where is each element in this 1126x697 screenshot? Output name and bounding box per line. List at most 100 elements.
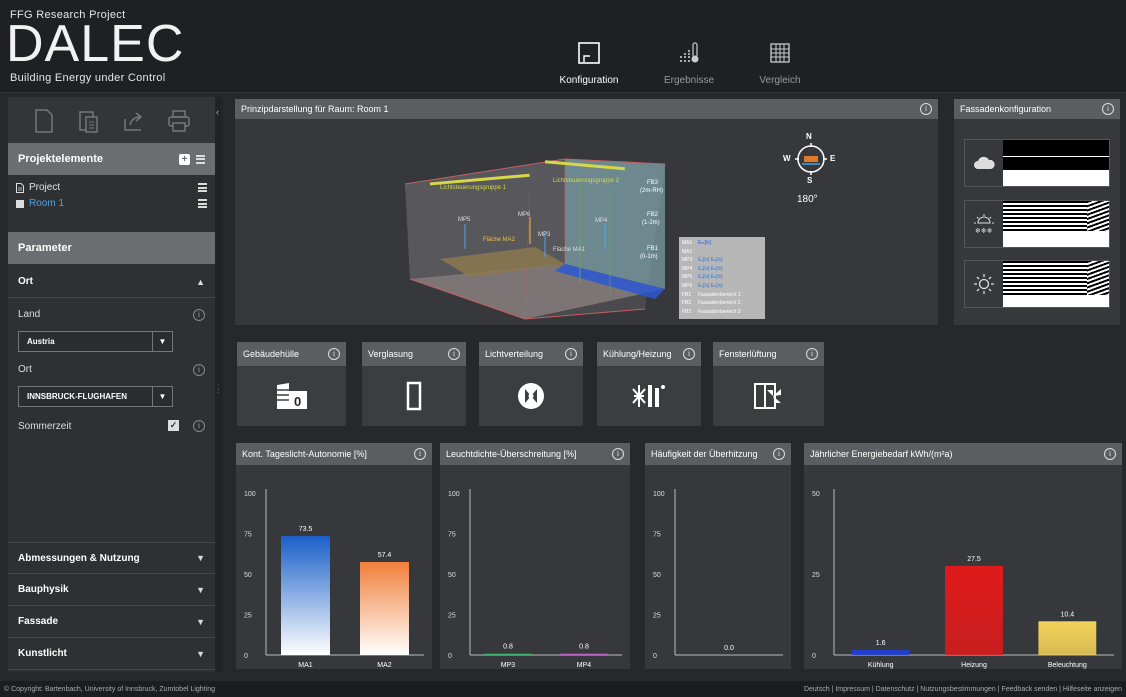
add-icon[interactable]: + xyxy=(179,153,190,165)
info-icon[interactable]: i xyxy=(448,348,460,360)
accordion-label: Ort xyxy=(18,276,33,287)
tile-label: Lichtverteilung xyxy=(485,349,544,359)
chevron-down-icon: ▼ xyxy=(196,584,205,595)
info-icon[interactable]: i xyxy=(414,448,426,460)
paste-icon[interactable] xyxy=(75,106,103,136)
chart-plot: 100 75 50 25 0 0.8 MP3 0.8 MP4 xyxy=(448,489,622,669)
legend-row: MP5 Eᵥ[lx] Eₕ[lx] xyxy=(682,273,762,282)
legend-key: MP4 xyxy=(682,265,693,272)
legend-value: Fassadenbereich 3 xyxy=(698,308,741,315)
tile-kuehlung-heizung[interactable]: Kühlung/Heizung i xyxy=(597,342,701,426)
chevron-down-icon: ▼ xyxy=(196,553,205,563)
tile-label: Gebäudehülle xyxy=(243,349,300,359)
fassade-row-cloudy[interactable] xyxy=(964,139,1110,187)
legend-key: FB2 xyxy=(682,300,692,307)
tile-label: Verglasung xyxy=(368,349,414,359)
compass-south: S xyxy=(807,176,813,185)
nav-ergebnisse[interactable]: Ergebnisse xyxy=(644,38,734,86)
panel-header: Prinzipdarstellung für Raum: Room 1 i xyxy=(235,99,938,119)
legend-key: MP5 xyxy=(682,274,693,281)
info-icon[interactable]: i xyxy=(193,420,205,432)
y-tick-label: 50 xyxy=(812,491,820,498)
category-label: MP3 xyxy=(501,662,516,669)
label-fb3b: (2m-RH) xyxy=(640,188,663,194)
category-label: Heizung xyxy=(961,662,987,669)
sidebar-toolbar xyxy=(8,97,215,145)
legend-row: MP4 Eᵥ[lx] Eₕ[lx] xyxy=(682,265,762,274)
legend-row: FB2 Fassadenbereich 2 xyxy=(682,299,762,308)
legend-row: FB1 Fassadenbereich 1 xyxy=(682,291,762,300)
compass[interactable]: N W E S 180° xyxy=(780,132,840,212)
footer-links[interactable]: Deutsch | Impressum | Datenschutz | Nutz… xyxy=(804,686,1122,693)
category-label: MP4 xyxy=(577,662,592,669)
info-icon[interactable]: i xyxy=(193,364,205,376)
legend-value: Fassadenbereich 2 xyxy=(698,300,741,307)
nav-konfiguration[interactable]: Konfiguration xyxy=(544,38,634,86)
label-fb2b: (1-2m) xyxy=(642,220,660,226)
tile-verglasung[interactable]: Verglasung i xyxy=(362,342,466,426)
info-icon[interactable]: i xyxy=(1102,103,1114,115)
accordion-ort[interactable]: Ort ▲ xyxy=(8,266,215,298)
cloud-icon xyxy=(965,140,1003,186)
ort-select[interactable]: INNSBRUCK-FLUGHAFEN ▼ xyxy=(18,386,173,407)
nav-vergleich[interactable]: Vergleich xyxy=(735,38,825,86)
fassade-row-sunny[interactable] xyxy=(964,260,1110,308)
land-label: Land xyxy=(18,309,41,320)
svg-text:❄❄❄: ❄❄❄ xyxy=(975,227,993,235)
accordion-bauphysik[interactable]: Bauphysik ▼ xyxy=(8,574,215,606)
nav-label: Ergebnisse xyxy=(663,75,715,86)
info-icon[interactable]: i xyxy=(806,348,818,360)
info-icon[interactable]: i xyxy=(683,348,695,360)
label-fb1b: (0-1m) xyxy=(640,254,658,260)
sommerzeit-label: Sommerzeit xyxy=(18,421,72,432)
chart-plot: 100 75 50 25 0 0.0 xyxy=(653,489,783,660)
document-icon xyxy=(16,182,24,193)
accordion-fassade[interactable]: Fassade ▼ xyxy=(8,606,215,638)
accordion-kunstlicht[interactable]: Kunstlicht ▼ xyxy=(8,638,215,670)
fassade-row-mixed[interactable]: ❄❄❄ xyxy=(964,200,1110,248)
tree-item-room-1[interactable]: Room 1 xyxy=(16,196,207,211)
bar xyxy=(281,535,330,655)
print-icon[interactable] xyxy=(165,106,193,136)
y-tick-label: 100 xyxy=(244,491,256,498)
legend-value: Eᵥ[lx] Eₕ[lx] xyxy=(698,265,723,272)
menu-icon[interactable] xyxy=(198,199,207,208)
tree-item-label: Room 1 xyxy=(29,198,65,209)
y-tick-label: 0 xyxy=(244,653,248,660)
ort-label: Ort xyxy=(18,364,32,375)
label-group2: Lichtsteuerungsgruppe 2 xyxy=(553,178,620,184)
tile-fensterlueftung[interactable]: Fensterlüftung i xyxy=(713,342,824,426)
land-select[interactable]: Austria ▼ xyxy=(18,331,173,352)
new-file-icon[interactable] xyxy=(30,106,58,136)
info-icon[interactable]: i xyxy=(773,448,785,460)
blinds-pattern xyxy=(1003,201,1109,247)
compass-east: E xyxy=(830,154,836,163)
bar xyxy=(360,562,409,655)
share-icon[interactable] xyxy=(120,106,148,136)
info-icon[interactable]: i xyxy=(565,348,577,360)
accordion-label: Abmessungen & Nutzung xyxy=(18,552,140,564)
info-icon[interactable]: i xyxy=(1104,448,1116,460)
info-icon[interactable]: i xyxy=(920,103,932,115)
tile-lichtverteilung[interactable]: Lichtverteilung i xyxy=(479,342,583,426)
info-icon[interactable]: i xyxy=(193,309,205,321)
room-panel: Prinzipdarstellung für Raum: Room 1 i Li… xyxy=(235,99,938,325)
accordion-abmessungen[interactable]: Abmessungen & Nutzung ▼ xyxy=(8,542,215,574)
sommerzeit-checkbox[interactable]: ✓ xyxy=(168,420,179,431)
info-icon[interactable]: i xyxy=(612,448,624,460)
legend-row: FB3 Fassadenbereich 3 xyxy=(682,308,762,317)
category-label: MA1 xyxy=(298,662,313,669)
bar xyxy=(484,653,532,655)
bar xyxy=(1038,621,1097,655)
tile-gebaeudehuelle[interactable]: Gebäudehülle i 0 xyxy=(237,342,346,426)
compass-rose-icon xyxy=(795,143,827,175)
chart-title: Kont. Tageslicht-Autonomie [%] xyxy=(242,449,367,459)
y-tick-label: 100 xyxy=(653,491,665,498)
sidebar-splitter[interactable]: ‹ :: xyxy=(215,97,223,672)
menu-icon[interactable] xyxy=(196,154,205,164)
data-label: 0.0 xyxy=(724,645,734,652)
y-tick-label: 100 xyxy=(448,491,460,498)
tree-item-project[interactable]: Project xyxy=(16,180,207,195)
menu-icon[interactable] xyxy=(198,183,207,192)
info-icon[interactable]: i xyxy=(328,348,340,360)
